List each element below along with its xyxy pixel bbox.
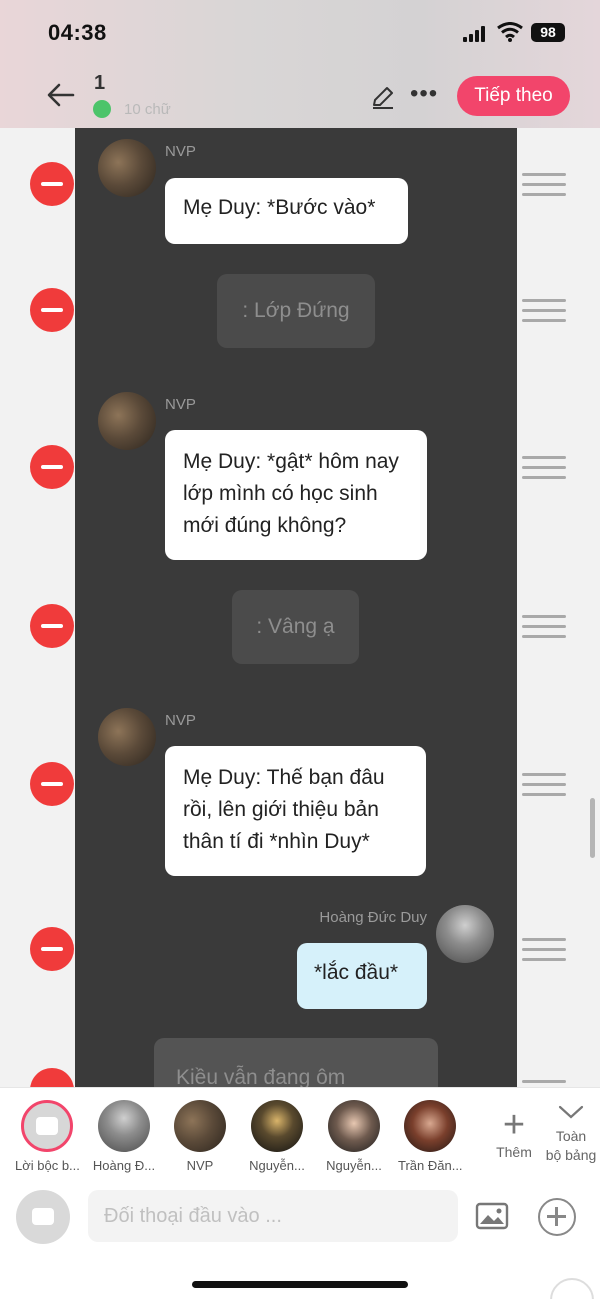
drag-handle-icon[interactable] (522, 299, 566, 323)
add-character-button[interactable]: + Thêm (492, 1106, 536, 1160)
message-bubble[interactable]: Mẹ Duy: *Bước vào* (165, 178, 408, 244)
character-tran-dan[interactable]: Trần Đăn... (398, 1100, 462, 1173)
delete-row-button[interactable] (30, 762, 74, 806)
drag-handle-icon[interactable] (522, 173, 566, 197)
edit-pencil-icon[interactable] (370, 84, 396, 110)
character-avatar (251, 1100, 303, 1152)
speaker-name: NVP (165, 396, 196, 413)
expand-all-button[interactable]: Toàn bộ bảng (540, 1102, 600, 1165)
character-nvp[interactable]: NVP (168, 1100, 232, 1173)
character-name: Lời bộc b... (15, 1158, 79, 1173)
narration-bubble[interactable]: : Vâng ạ (232, 590, 359, 664)
delete-row-button[interactable] (30, 162, 74, 206)
speaker-name: NVP (165, 712, 196, 729)
character-avatar (404, 1100, 456, 1152)
message-bubble[interactable]: Mẹ Duy: *gật* hôm nay lớp mình có học si… (165, 430, 427, 560)
speaker-name: Hoàng Đức Duy (319, 909, 427, 926)
avatar-nvp (98, 139, 156, 197)
delete-row-button[interactable] (30, 445, 74, 489)
character-name: Nguyễn... (326, 1158, 382, 1173)
character-hoang-duc-duy[interactable]: Hoàng Đ... (92, 1100, 156, 1173)
avatar-hoang-duc-duy (436, 905, 494, 963)
plus-icon: + (502, 1104, 526, 1146)
character-name: Nguyễn... (249, 1158, 305, 1173)
next-button[interactable]: Tiếp theo (457, 76, 570, 116)
character-nguyen-2[interactable]: Nguyễn... (322, 1100, 386, 1173)
avatar-nvp (98, 392, 156, 450)
check-icon (93, 100, 111, 118)
input-row (0, 1188, 600, 1248)
narration-bubble[interactable]: : Lớp Đứng (217, 274, 375, 348)
chevron-down-icon (558, 1105, 584, 1119)
drag-handle-icon[interactable] (522, 938, 566, 962)
delete-row-button[interactable] (30, 604, 74, 648)
message-bubble[interactable]: *lắc đầu* (297, 943, 427, 1009)
battery-icon: 98 (531, 23, 565, 42)
status-time: 04:38 (48, 20, 107, 45)
delete-row-button[interactable] (30, 927, 74, 971)
character-avatar (328, 1100, 380, 1152)
collapse-label-2: bộ bảng (545, 1147, 597, 1163)
narration-toggle-icon[interactable] (16, 1190, 70, 1244)
add-label: Thêm (496, 1144, 532, 1160)
character-narration[interactable]: Lời bộc b... (15, 1100, 79, 1173)
avatar-nvp (98, 708, 156, 766)
word-count: 10 chữ (124, 101, 171, 118)
narration-bubble[interactable]: Kiều vẫn đang ôm (154, 1038, 438, 1088)
top-bar: 04:38 98 1 10 chữ ••• Tiếp theo (0, 0, 600, 128)
scrollbar[interactable] (590, 798, 595, 858)
dialogue-input[interactable] (88, 1190, 458, 1242)
character-avatar (98, 1100, 150, 1152)
drag-handle-icon[interactable] (522, 456, 566, 480)
story-title: 1 (94, 72, 106, 94)
speaker-name: NVP (165, 143, 196, 160)
cellular-signal-icon (463, 26, 489, 42)
narration-icon (21, 1100, 73, 1152)
message-bubble[interactable]: Mẹ Duy: Thế bạn đâu rồi, lên giới thiệu … (165, 746, 426, 876)
more-options-icon[interactable]: ••• (410, 80, 438, 108)
delete-row-button[interactable] (30, 288, 74, 332)
collapse-label-1: Toàn (555, 1128, 587, 1144)
character-name: Hoàng Đ... (92, 1158, 156, 1173)
drag-handle-icon[interactable] (522, 615, 566, 639)
image-icon[interactable] (475, 1202, 509, 1230)
scroll-up-button[interactable] (550, 1278, 594, 1299)
drag-handle-icon[interactable] (522, 773, 566, 797)
character-nguyen-1[interactable]: Nguyễn... (245, 1100, 309, 1173)
chat-panel: NVP Mẹ Duy: *Bước vào* : Lớp Đứng NVP Mẹ… (75, 128, 517, 1088)
character-avatar (174, 1100, 226, 1152)
back-arrow-icon[interactable] (46, 80, 76, 110)
home-indicator (192, 1281, 408, 1288)
add-circle-icon[interactable] (538, 1198, 576, 1236)
bottom-toolbar: Lời bộc b... Hoàng Đ... NVP Nguyễn... Ng… (0, 1087, 600, 1299)
character-name: NVP (186, 1158, 214, 1173)
wifi-icon (497, 22, 523, 42)
character-name: Trần Đăn... (398, 1158, 462, 1173)
